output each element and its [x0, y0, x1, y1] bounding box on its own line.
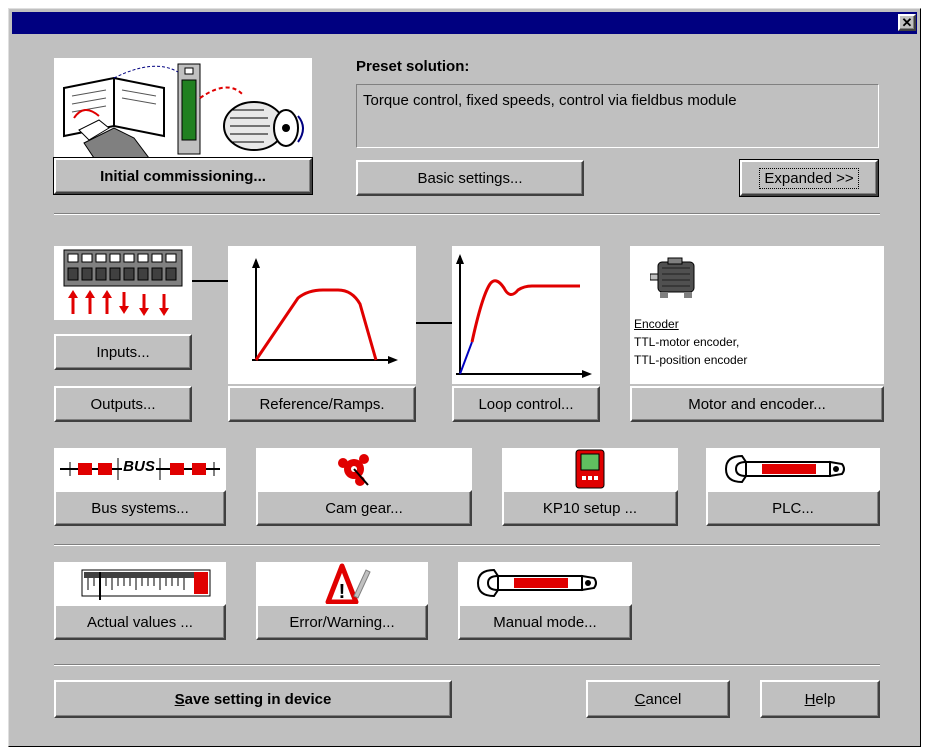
error-warning-button[interactable]: Error/Warning...: [256, 604, 428, 640]
commissioning-illustration-icon: [54, 58, 312, 158]
save-setting-button[interactable]: Save setting in device: [54, 680, 452, 718]
bus-systems-button[interactable]: Bus systems...: [54, 490, 226, 526]
help-button[interactable]: Help: [760, 680, 880, 718]
motor-encoder-panel: Encoder TTL-motor encoder, TTL-position …: [630, 246, 884, 384]
manual-mode-button[interactable]: Manual mode...: [458, 604, 632, 640]
expanded-button[interactable]: Expanded >>: [739, 159, 879, 197]
actual-values-gauge-icon: [54, 562, 226, 604]
warning-triangle-icon: !: [256, 562, 428, 604]
loop-step-response-graph: [452, 246, 600, 384]
encoder-title: Encoder: [634, 317, 679, 331]
separator: [54, 664, 880, 666]
close-icon: ✕: [901, 14, 913, 30]
motor-icon: [650, 256, 702, 306]
motor-encoder-button[interactable]: Motor and encoder...: [630, 386, 884, 422]
wrench-icon: [458, 562, 632, 604]
wrench-icon: [706, 448, 880, 490]
title-bar[interactable]: [12, 12, 917, 34]
initial-commissioning-button[interactable]: Initial commissioning...: [53, 157, 313, 195]
reference-ramps-button[interactable]: Reference/Ramps.: [228, 386, 416, 422]
cancel-button[interactable]: Cancel: [586, 680, 730, 718]
close-button[interactable]: ✕: [898, 14, 916, 31]
encoder-line-2: TTL-position encoder: [634, 353, 748, 367]
connector-line: [192, 280, 228, 282]
cam-gear-button[interactable]: Cam gear...: [256, 490, 472, 526]
cam-gear-icon: [256, 448, 472, 490]
io-terminal-icon: [54, 246, 192, 320]
loop-control-button[interactable]: Loop control...: [452, 386, 600, 422]
kp10-keypad-icon: [502, 448, 678, 490]
kp10-setup-button[interactable]: KP10 setup ...: [502, 490, 678, 526]
actual-values-button[interactable]: Actual values ...: [54, 604, 226, 640]
plc-button[interactable]: PLC...: [706, 490, 880, 526]
svg-text:!: !: [339, 581, 346, 603]
outputs-button[interactable]: Outputs...: [54, 386, 192, 422]
preset-solution-label: Preset solution:: [356, 58, 470, 75]
reference-ramp-graph: [228, 246, 416, 384]
inputs-button[interactable]: Inputs...: [54, 334, 192, 370]
encoder-line-1: TTL-motor encoder,: [634, 335, 740, 349]
connector-line: [416, 322, 452, 324]
separator: [54, 213, 880, 215]
separator: [54, 544, 880, 546]
basic-settings-button[interactable]: Basic settings...: [356, 160, 584, 196]
preset-solution-field: Torque control, fixed speeds, control vi…: [356, 84, 879, 148]
bus-icon-label: BUS: [123, 458, 155, 475]
bus-icon: BUS: [54, 448, 226, 490]
